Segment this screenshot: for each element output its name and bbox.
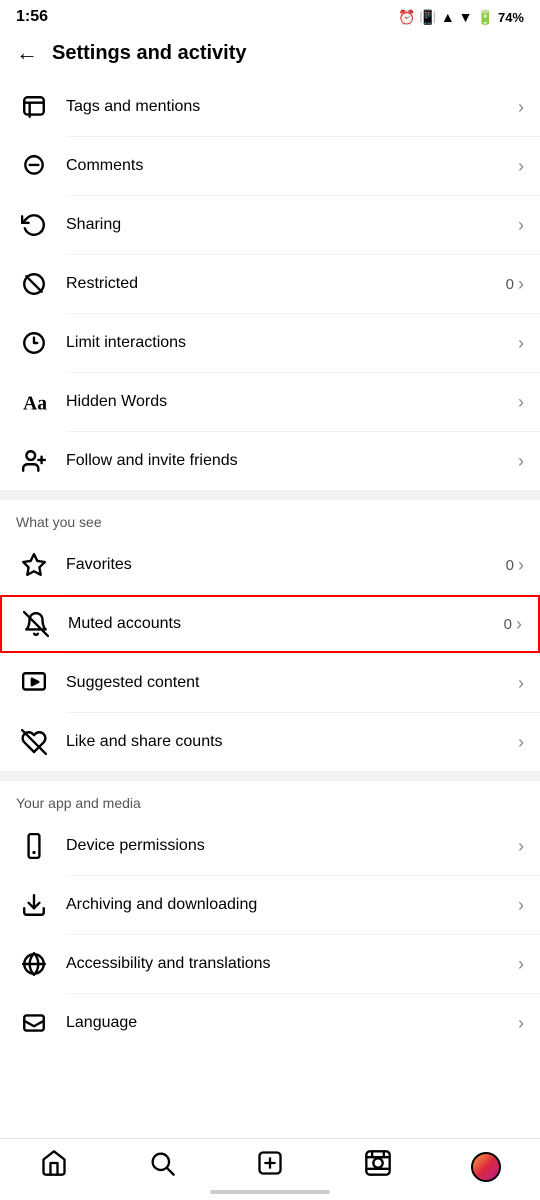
menu-item-label-language: Language [66, 1014, 518, 1032]
menu-item-label-like-share-counts: Like and share counts [66, 733, 518, 751]
language-icon [16, 1005, 52, 1041]
menu-item-archiving-downloading[interactable]: Archiving and downloading› [0, 876, 540, 934]
menu-item-chevron-accessibility-translations: › [518, 954, 524, 975]
menu-item-badge-restricted: 0 [506, 276, 514, 293]
menu-item-favorites[interactable]: Favorites0› [0, 536, 540, 594]
muted-accounts-icon [18, 606, 54, 642]
add-icon [256, 1149, 284, 1184]
menu-item-label-favorites: Favorites [66, 556, 506, 574]
menu-item-badge-favorites: 0 [506, 557, 514, 574]
menu-item-label-limit-interactions: Limit interactions [66, 334, 518, 352]
menu-item-chevron-like-share-counts: › [518, 732, 524, 753]
menu-item-follow-invite[interactable]: Follow and invite friends› [0, 432, 540, 490]
menu-item-chevron-language: › [518, 1013, 524, 1034]
menu-item-comments[interactable]: Comments› [0, 137, 540, 195]
menu-item-hidden-words[interactable]: Aa Hidden Words› [0, 373, 540, 431]
hidden-words-icon: Aa [16, 384, 52, 420]
device-permissions-icon [16, 828, 52, 864]
menu-item-chevron-archiving-downloading: › [518, 895, 524, 916]
menu-item-badge-muted-accounts: 0 [504, 616, 512, 633]
menu-item-sharing[interactable]: Sharing› [0, 196, 540, 254]
menu-item-suggested-content[interactable]: Suggested content› [0, 654, 540, 712]
menu-item-label-hidden-words: Hidden Words [66, 393, 518, 411]
battery-icon: 🔋 [477, 9, 494, 26]
menu-item-tags-mentions[interactable]: Tags and mentions› [0, 78, 540, 136]
menu-container: Tags and mentions›Comments›Sharing›Restr… [0, 78, 540, 1132]
page-title: Settings and activity [52, 42, 247, 65]
nav-search[interactable] [108, 1149, 216, 1184]
menu-item-label-sharing: Sharing [66, 216, 518, 234]
home-indicator [210, 1190, 330, 1194]
menu-item-chevron-muted-accounts: › [516, 614, 522, 635]
archiving-downloading-icon [16, 887, 52, 923]
alarm-icon: ⏰ [398, 9, 415, 26]
menu-item-chevron-suggested-content: › [518, 673, 524, 694]
menu-item-accessibility-translations[interactable]: Accessibility and translations› [0, 935, 540, 993]
menu-item-label-restricted: Restricted [66, 275, 506, 293]
menu-item-limit-interactions[interactable]: Limit interactions› [0, 314, 540, 372]
tags-mentions-icon [16, 89, 52, 125]
menu-item-muted-accounts[interactable]: Muted accounts0› [0, 595, 540, 653]
signal-icon: ▲ [441, 9, 455, 25]
menu-item-label-suggested-content: Suggested content [66, 674, 518, 692]
menu-item-label-comments: Comments [66, 157, 518, 175]
menu-item-chevron-sharing: › [518, 215, 524, 236]
menu-item-restricted[interactable]: Restricted0› [0, 255, 540, 313]
suggested-content-icon [16, 665, 52, 701]
menu-item-label-device-permissions: Device permissions [66, 837, 518, 855]
menu-item-label-follow-invite: Follow and invite friends [66, 452, 518, 470]
menu-item-label-tags-mentions: Tags and mentions [66, 98, 518, 116]
menu-item-chevron-limit-interactions: › [518, 333, 524, 354]
menu-item-label-archiving-downloading: Archiving and downloading [66, 896, 518, 914]
menu-item-device-permissions[interactable]: Device permissions› [0, 817, 540, 875]
follow-invite-icon [16, 443, 52, 479]
favorites-icon [16, 547, 52, 583]
search-icon [148, 1149, 176, 1184]
status-icons: ⏰ 📳 ▲ ▼ 🔋 74% [398, 9, 524, 26]
vibrate-icon: 📳 [419, 9, 436, 26]
nav-home[interactable] [0, 1149, 108, 1184]
reels-icon [364, 1149, 392, 1184]
svg-text:Aa: Aa [23, 394, 47, 415]
status-bar: 1:56 ⏰ 📳 ▲ ▼ 🔋 74% [0, 0, 540, 30]
nav-add[interactable] [216, 1149, 324, 1184]
menu-item-chevron-favorites: › [518, 555, 524, 576]
section-label-what-you-see: What you see [0, 500, 540, 536]
menu-item-like-share-counts[interactable]: Like and share counts› [0, 713, 540, 771]
status-time: 1:56 [16, 8, 48, 26]
section-label-app-media: Your app and media [0, 781, 540, 817]
menu-item-chevron-hidden-words: › [518, 392, 524, 413]
menu-item-language[interactable]: Language› [0, 994, 540, 1052]
menu-item-chevron-restricted: › [518, 274, 524, 295]
menu-item-chevron-follow-invite: › [518, 451, 524, 472]
limit-interactions-icon [16, 325, 52, 361]
sharing-icon [16, 207, 52, 243]
menu-item-label-accessibility-translations: Accessibility and translations [66, 955, 518, 973]
section-separator [0, 490, 540, 500]
like-share-counts-icon [16, 724, 52, 760]
profile-avatar [471, 1152, 501, 1182]
nav-profile[interactable] [432, 1152, 540, 1182]
restricted-icon [16, 266, 52, 302]
nav-reels[interactable] [324, 1149, 432, 1184]
menu-item-chevron-comments: › [518, 156, 524, 177]
wifi-icon: ▼ [459, 9, 473, 25]
comments-icon [16, 148, 52, 184]
menu-item-label-muted-accounts: Muted accounts [68, 615, 504, 633]
home-icon [40, 1149, 68, 1184]
accessibility-translations-icon [16, 946, 52, 982]
menu-item-chevron-device-permissions: › [518, 836, 524, 857]
section-separator [0, 771, 540, 781]
battery-level: 74% [498, 10, 524, 25]
header: ← Settings and activity [0, 30, 540, 78]
menu-item-chevron-tags-mentions: › [518, 97, 524, 118]
back-button[interactable]: ← [16, 40, 38, 66]
